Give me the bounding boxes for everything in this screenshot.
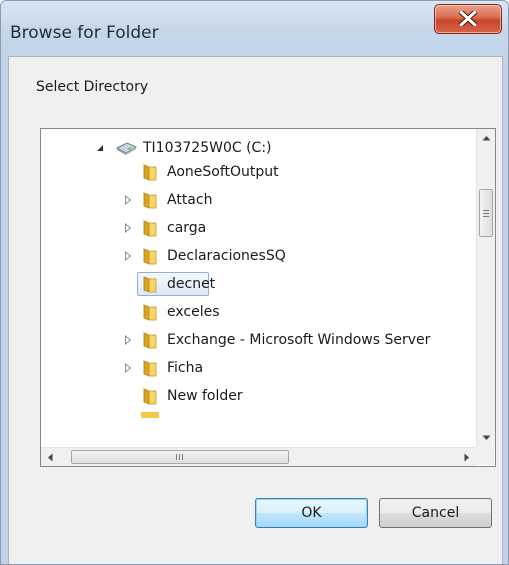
cancel-button[interactable]: Cancel — [379, 498, 492, 528]
tree-root-drive[interactable]: TI103725W0C (C:) — [41, 136, 476, 160]
scroll-down-arrow-icon[interactable] — [477, 429, 495, 447]
tree-item-label: Attach — [167, 192, 213, 208]
tree-item-label: exceles — [167, 304, 220, 320]
tree-item[interactable]: carga — [41, 216, 476, 240]
tree-item-label: carga — [167, 220, 207, 236]
tree-item-label: DeclaracionesSQ — [167, 248, 286, 264]
tree-item[interactable]: decnet — [41, 272, 476, 296]
collapsed-arrow-icon[interactable] — [123, 195, 133, 205]
tree-root-label: TI103725W0C (C:) — [143, 140, 272, 156]
folder-tree[interactable]: TI103725W0C (C:) AoneSoftOutput Attach car… — [40, 128, 496, 467]
tree-item-label: New folder — [167, 388, 243, 404]
tree-item[interactable]: DeclaracionesSQ — [41, 244, 476, 268]
ok-button[interactable]: OK — [255, 498, 368, 528]
folder-icon — [143, 332, 157, 349]
vertical-scroll-thumb[interactable] — [479, 189, 493, 237]
scrollbar-corner — [476, 447, 494, 465]
folder-tree-view: TI103725W0C (C:) AoneSoftOutput Attach car… — [41, 129, 476, 447]
tree-item[interactable]: Ficha — [41, 356, 476, 380]
collapsed-arrow-icon[interactable] — [123, 251, 133, 261]
expanded-arrow-icon[interactable] — [95, 143, 105, 153]
horizontal-scrollbar[interactable] — [41, 447, 476, 466]
tree-item-label: Exchange - Microsoft Windows Server — [167, 332, 431, 348]
select-directory-label: Select Directory — [36, 79, 149, 95]
tree-item[interactable]: New folder — [41, 384, 476, 408]
folder-icon — [143, 192, 157, 209]
folder-icon — [143, 276, 157, 293]
scroll-left-arrow-icon[interactable] — [41, 448, 59, 466]
tree-item-label: Ficha — [167, 360, 204, 376]
scroll-right-arrow-icon[interactable] — [458, 448, 476, 466]
browse-for-folder-dialog: Browse for Folder Select Directory TI103… — [0, 0, 509, 565]
window-title: Browse for Folder — [10, 23, 159, 43]
drive-icon — [115, 142, 137, 155]
tree-item-label: AoneSoftOutput — [167, 164, 279, 180]
tree-item[interactable]: Attach — [41, 188, 476, 212]
folder-icon — [143, 388, 157, 405]
folder-icon — [143, 360, 157, 377]
tree-item[interactable]: AoneSoftOutput — [41, 160, 476, 184]
scroll-up-arrow-icon[interactable] — [477, 129, 495, 147]
folder-icon — [143, 220, 157, 237]
tree-item[interactable]: exceles — [41, 300, 476, 324]
collapsed-arrow-icon[interactable] — [123, 223, 133, 233]
close-button[interactable] — [434, 4, 502, 34]
horizontal-scroll-thumb[interactable] — [71, 450, 289, 464]
dialog-body: Select Directory TI103725W0C (C:) AoneSo… — [8, 56, 503, 564]
folder-icon — [143, 304, 157, 321]
tree-item-partial — [141, 412, 159, 418]
folder-icon — [143, 248, 157, 265]
vertical-scrollbar[interactable] — [476, 129, 495, 447]
tree-item[interactable]: Exchange - Microsoft Windows Server — [41, 328, 476, 352]
collapsed-arrow-icon[interactable] — [123, 335, 133, 345]
collapsed-arrow-icon[interactable] — [123, 363, 133, 373]
folder-icon — [143, 164, 157, 181]
title-bar[interactable]: Browse for Folder — [1, 1, 508, 57]
tree-item-label: decnet — [167, 276, 216, 292]
close-x-icon — [459, 11, 477, 26]
